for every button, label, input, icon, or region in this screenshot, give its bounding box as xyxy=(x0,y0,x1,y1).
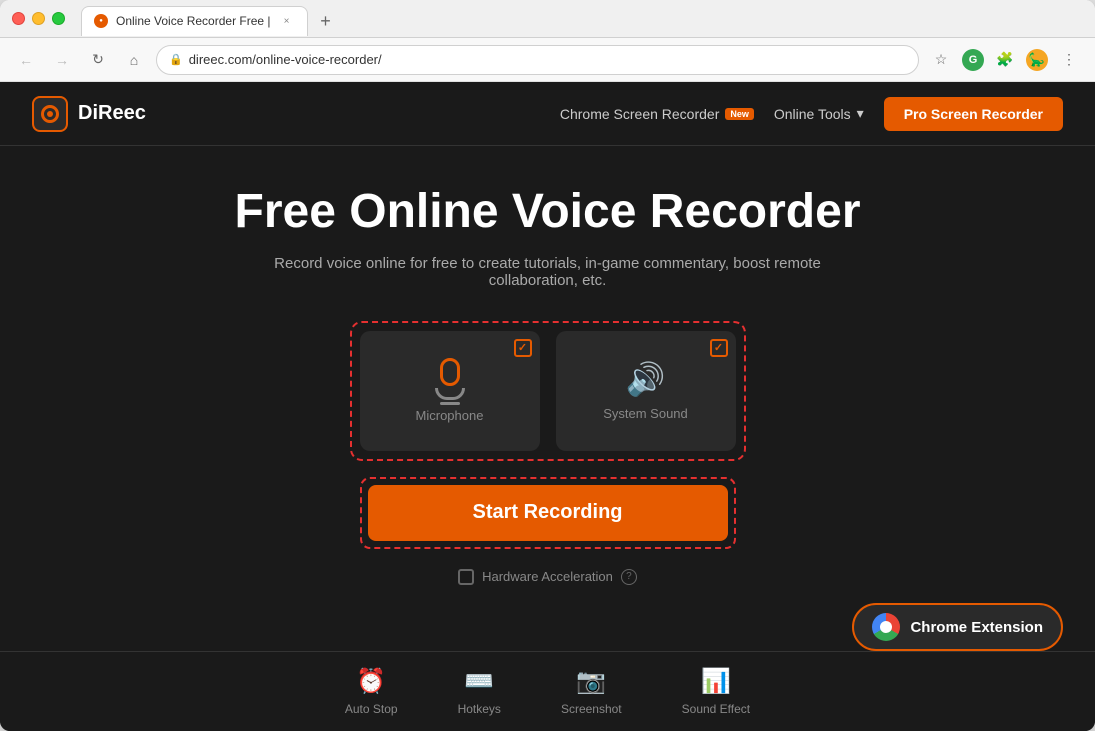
hw-accel-label: Hardware Acceleration xyxy=(482,569,613,584)
system-sound-label: System Sound xyxy=(603,406,688,421)
chrome-screen-recorder-link[interactable]: Chrome Screen Recorder New xyxy=(560,106,754,122)
browser-window: Online Voice Recorder Free | × + ← → ↻ ⌂… xyxy=(0,0,1095,731)
profile-icon[interactable]: G xyxy=(959,46,987,74)
menu-icon[interactable]: ⋮ xyxy=(1055,46,1083,74)
chevron-down-icon: ▾ xyxy=(857,105,864,122)
pro-screen-recorder-btn[interactable]: Pro Screen Recorder xyxy=(884,97,1063,131)
chrome-logo-icon xyxy=(872,613,900,641)
titlebar: Online Voice Recorder Free | × + xyxy=(0,0,1095,38)
brand-logo-icon xyxy=(41,105,59,123)
minimize-button[interactable] xyxy=(32,12,45,25)
chrome-extension-label: Chrome Extension xyxy=(910,619,1043,636)
auto-stop-feature[interactable]: ⏰ Auto Stop xyxy=(345,667,398,716)
toolbar-icons: ☆ G 🧩 🦕 ⋮ xyxy=(927,46,1083,74)
new-tab-btn[interactable]: + xyxy=(312,8,340,36)
bookmark-icon[interactable]: ☆ xyxy=(927,46,955,74)
hotkeys-icon: ⌨️ xyxy=(464,667,494,696)
record-controls: Microphone 🔊 System Sound Start Recordin… xyxy=(350,321,746,585)
profile-avatar: G xyxy=(962,49,984,71)
forward-button[interactable]: → xyxy=(48,46,76,74)
maximize-button[interactable] xyxy=(52,12,65,25)
chrome-extension-btn[interactable]: Chrome Extension xyxy=(852,603,1063,651)
auto-stop-icon: ⏰ xyxy=(356,667,386,696)
hero-title: Free Online Voice Recorder xyxy=(235,186,861,239)
start-recording-wrapper: Start Recording xyxy=(360,477,736,549)
system-sound-checkbox[interactable] xyxy=(710,339,728,357)
hero-subtitle: Record voice online for free to create t… xyxy=(248,255,848,289)
site-content: DiReec Chrome Screen Recorder New Online… xyxy=(0,82,1095,731)
screenshot-icon: 📷 xyxy=(576,667,606,696)
system-sound-card[interactable]: 🔊 System Sound xyxy=(556,331,736,451)
url-text: direec.com/online-voice-recorder/ xyxy=(189,52,906,67)
auto-stop-label: Auto Stop xyxy=(345,702,398,716)
speaker-icon: 🔊 xyxy=(626,360,666,398)
hotkeys-feature[interactable]: ⌨️ Hotkeys xyxy=(458,667,501,716)
traffic-lights xyxy=(12,12,65,25)
sound-effect-label: Sound Effect xyxy=(682,702,751,716)
screenshot-label: Screenshot xyxy=(561,702,622,716)
brand: DiReec xyxy=(32,96,146,132)
input-options-wrapper: Microphone 🔊 System Sound xyxy=(350,321,746,461)
reload-button[interactable]: ↻ xyxy=(84,46,112,74)
chrome-screen-recorder-label: Chrome Screen Recorder xyxy=(560,106,720,122)
extensions-icon[interactable]: 🧩 xyxy=(991,46,1019,74)
screenshot-feature[interactable]: 📷 Screenshot xyxy=(561,667,622,716)
hero-section: Free Online Voice Recorder Record voice … xyxy=(0,146,1095,605)
microphone-card[interactable]: Microphone xyxy=(360,331,540,451)
hotkeys-label: Hotkeys xyxy=(458,702,501,716)
start-recording-btn[interactable]: Start Recording xyxy=(368,485,728,541)
online-tools-link[interactable]: Online Tools ▾ xyxy=(774,105,864,122)
brand-logo xyxy=(32,96,68,132)
tab-favicon xyxy=(94,14,108,28)
back-button[interactable]: ← xyxy=(12,46,40,74)
site-nav: DiReec Chrome Screen Recorder New Online… xyxy=(0,82,1095,146)
home-button[interactable]: ⌂ xyxy=(120,46,148,74)
online-tools-label: Online Tools xyxy=(774,106,851,122)
close-button[interactable] xyxy=(12,12,25,25)
hardware-acceleration-row: Hardware Acceleration ? xyxy=(458,569,637,585)
sound-effect-icon: 📊 xyxy=(701,667,731,696)
url-bar[interactable]: 🔒 direec.com/online-voice-recorder/ xyxy=(156,45,919,75)
microphone-label: Microphone xyxy=(416,408,484,423)
addressbar: ← → ↻ ⌂ 🔒 direec.com/online-voice-record… xyxy=(0,38,1095,82)
new-badge: New xyxy=(725,108,754,120)
microphone-checkbox[interactable] xyxy=(514,339,532,357)
tab-title: Online Voice Recorder Free | xyxy=(116,14,271,28)
hw-accel-checkbox[interactable] xyxy=(458,569,474,585)
brand-name[interactable]: DiReec xyxy=(78,102,146,125)
hw-accel-help-icon[interactable]: ? xyxy=(621,569,637,585)
features-bar: ⏰ Auto Stop ⌨️ Hotkeys 📷 Screenshot 📊 So… xyxy=(0,651,1095,731)
microphone-icon xyxy=(432,358,468,400)
dino-icon[interactable]: 🦕 xyxy=(1023,46,1051,74)
lock-icon: 🔒 xyxy=(169,53,183,66)
active-tab[interactable]: Online Voice Recorder Free | × xyxy=(81,6,308,36)
sound-effect-feature[interactable]: 📊 Sound Effect xyxy=(682,667,751,716)
tab-close-btn[interactable]: × xyxy=(279,13,295,29)
